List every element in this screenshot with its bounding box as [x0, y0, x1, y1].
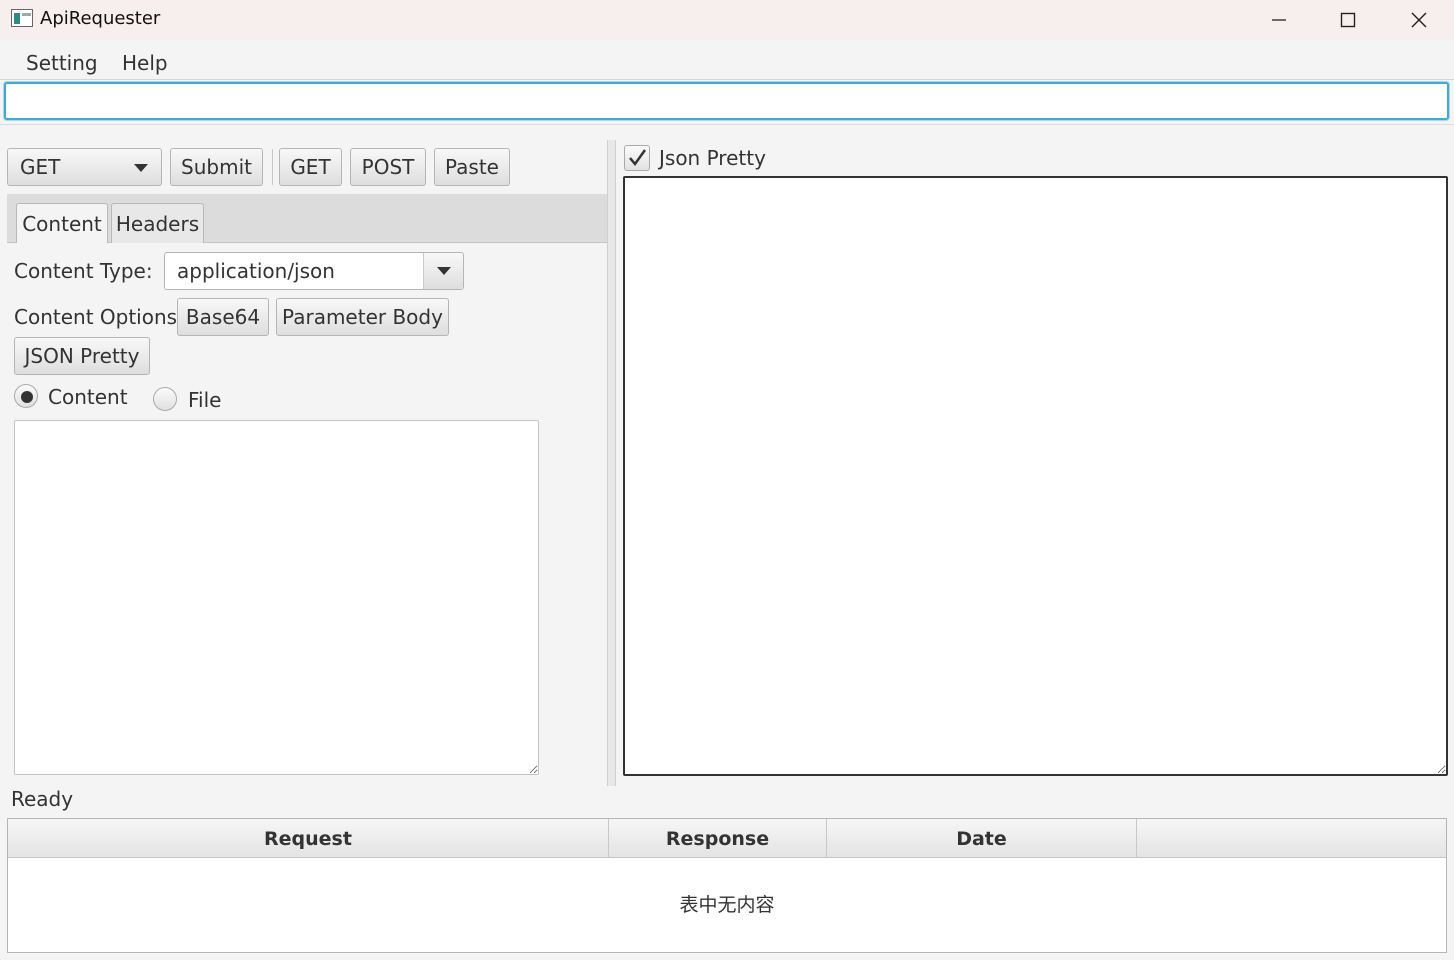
- chevron-down-icon: [437, 267, 451, 275]
- table-empty-placeholder: 表中无内容: [679, 894, 775, 916]
- maximize-button[interactable]: [1313, 0, 1383, 40]
- column-header-date[interactable]: Date: [827, 819, 1137, 858]
- content-type-label: Content Type:: [14, 259, 153, 283]
- minimize-icon: [1272, 19, 1286, 21]
- chevron-down-icon: [134, 164, 148, 172]
- column-header-response[interactable]: Response: [609, 819, 827, 858]
- submit-button[interactable]: Submit: [170, 148, 263, 186]
- window-title: ApiRequester: [40, 8, 161, 29]
- json-pretty-button[interactable]: JSON Pretty: [14, 337, 150, 375]
- content-radio-label[interactable]: Content: [48, 385, 128, 409]
- response-body-textarea[interactable]: [623, 176, 1448, 776]
- close-button[interactable]: [1384, 0, 1454, 40]
- content-options-label: Content Options:: [14, 305, 184, 329]
- checkmark-icon: [629, 149, 647, 167]
- column-header-filler: [1137, 819, 1446, 858]
- file-radio[interactable]: [153, 387, 177, 411]
- radio-selected-dot: [21, 391, 33, 403]
- tab-headers[interactable]: Headers: [111, 203, 204, 243]
- maximize-icon: [1340, 12, 1356, 28]
- request-body-textarea[interactable]: [14, 420, 539, 775]
- parameter-body-button[interactable]: Parameter Body: [276, 298, 449, 336]
- title-bar: [0, 0, 1454, 40]
- method-select[interactable]: GET: [7, 148, 162, 186]
- menu-bar: [0, 40, 1454, 80]
- menu-setting[interactable]: Setting: [26, 51, 98, 75]
- json-pretty-label[interactable]: Json Pretty: [659, 146, 766, 170]
- paste-button[interactable]: Paste: [434, 148, 510, 186]
- post-button[interactable]: POST: [350, 148, 426, 186]
- column-header-request[interactable]: Request: [8, 819, 609, 858]
- file-radio-label[interactable]: File: [188, 388, 221, 412]
- get-button[interactable]: GET: [279, 148, 342, 186]
- close-icon: [1411, 12, 1427, 28]
- url-input[interactable]: [4, 82, 1449, 120]
- divider: [0, 124, 1454, 125]
- minimize-button[interactable]: [1244, 0, 1314, 40]
- status-label: Ready: [11, 787, 74, 811]
- app-icon: [11, 9, 33, 27]
- tab-content[interactable]: Content: [16, 203, 108, 243]
- base64-button[interactable]: Base64: [177, 298, 269, 336]
- split-pane-divider[interactable]: [607, 140, 616, 786]
- content-type-value[interactable]: application/json: [177, 259, 335, 283]
- json-pretty-checkbox[interactable]: [624, 145, 650, 171]
- method-select-value: GET: [20, 155, 61, 179]
- content-type-dropdown-button[interactable]: [423, 253, 463, 289]
- toolbar-separator: [272, 149, 273, 185]
- menu-help[interactable]: Help: [122, 51, 168, 75]
